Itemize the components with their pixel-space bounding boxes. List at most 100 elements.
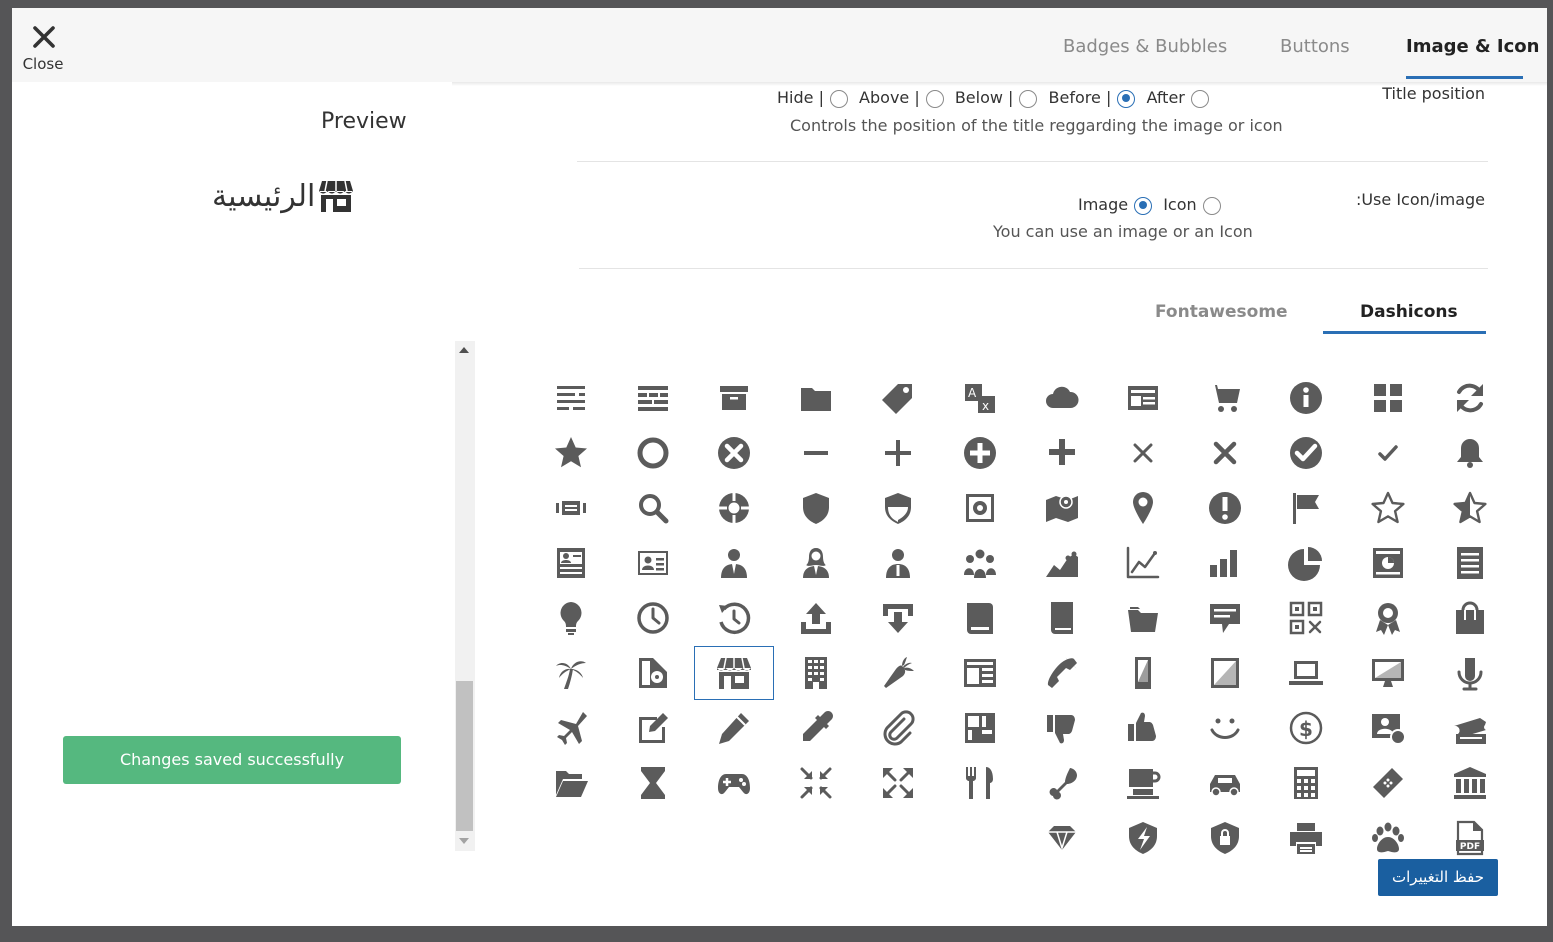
icon-option-list-view-icon[interactable] xyxy=(1430,536,1510,590)
icon-option-slides-icon[interactable] xyxy=(531,481,611,535)
icon-option-hourglass-icon[interactable] xyxy=(613,756,693,810)
icon-option-yes-icon[interactable] xyxy=(1348,426,1428,480)
icon-option-money-icon[interactable]: $ xyxy=(1266,701,1346,755)
icon-option-superhero-icon[interactable] xyxy=(1103,811,1183,865)
icon-option-printer-icon[interactable] xyxy=(1266,811,1346,865)
icon-option-id-alt-icon[interactable] xyxy=(531,536,611,590)
icon-option-smartphone-icon[interactable] xyxy=(1103,646,1183,700)
icon-option-star-empty-icon[interactable] xyxy=(1348,481,1428,535)
icon-option-pdf-icon[interactable]: PDF xyxy=(1430,811,1510,865)
icon-option-analytics-icon[interactable] xyxy=(1348,536,1428,590)
icon-option-star-half-icon[interactable] xyxy=(1430,481,1510,535)
icon-option-bandage-icon[interactable] xyxy=(1348,756,1428,810)
icon-option-carrot-icon[interactable] xyxy=(858,646,938,700)
tab-badges-bubbles[interactable]: Badges & Bubbles xyxy=(1063,36,1227,57)
icon-option-sos-icon[interactable] xyxy=(694,481,774,535)
icon-option-businessman-icon[interactable] xyxy=(694,536,774,590)
radio-after[interactable] xyxy=(1190,89,1209,108)
icon-option-info-icon[interactable] xyxy=(1266,371,1346,425)
icon-option-tablet-icon[interactable] xyxy=(1185,646,1265,700)
icon-option-products-icon[interactable] xyxy=(1430,591,1510,645)
icon-option-folder-open-icon[interactable] xyxy=(531,756,611,810)
tab-fontawesome[interactable]: Fontawesome xyxy=(1155,302,1288,322)
icon-option-diamond-icon[interactable] xyxy=(1022,811,1102,865)
icon-option-businessperson-icon[interactable] xyxy=(858,536,938,590)
icon-option-privacy-icon[interactable] xyxy=(1185,811,1265,865)
icon-option-bank-icon[interactable] xyxy=(1430,756,1510,810)
icon-option-testimonial-icon[interactable] xyxy=(1185,591,1265,645)
icon-option-smiley-icon[interactable] xyxy=(1185,701,1265,755)
icon-option-eyedropper-icon[interactable] xyxy=(776,701,856,755)
icon-option-drumstick-icon[interactable] xyxy=(1022,756,1102,810)
icon-option-tickets-icon[interactable] xyxy=(1430,701,1510,755)
icon-option-chart-bar-icon[interactable] xyxy=(1185,536,1265,590)
icon-option-airplane-icon[interactable] xyxy=(531,701,611,755)
tab-dashicons[interactable]: Dashicons xyxy=(1360,302,1458,322)
icon-option-columns-icon[interactable] xyxy=(613,371,693,425)
radio-hide[interactable] xyxy=(829,89,848,108)
icon-option-book-alt-icon[interactable] xyxy=(1022,591,1102,645)
icon-option-flag-icon[interactable] xyxy=(1266,481,1346,535)
icon-option-edit-page-icon[interactable] xyxy=(613,701,693,755)
icon-option-search-icon[interactable] xyxy=(613,481,693,535)
icon-option-plus-bold-icon[interactable] xyxy=(1022,426,1102,480)
icon-option-backup-icon[interactable] xyxy=(694,591,774,645)
icon-option-pencil-icon[interactable] xyxy=(694,701,774,755)
save-changes-button[interactable]: حفظ التغييرات xyxy=(1378,859,1498,896)
icon-option-cloud-icon[interactable] xyxy=(1022,371,1102,425)
icon-option-desktop-icon[interactable] xyxy=(1348,646,1428,700)
radio-before[interactable] xyxy=(1117,89,1136,108)
icon-option-awards-icon[interactable] xyxy=(1348,591,1428,645)
icon-option-laptop-icon[interactable] xyxy=(1266,646,1346,700)
icon-option-thumbs-up-icon[interactable] xyxy=(1103,701,1183,755)
icon-option-phone-icon[interactable] xyxy=(1022,646,1102,700)
radio-icon[interactable] xyxy=(1202,196,1221,215)
icon-option-download-icon[interactable] xyxy=(858,591,938,645)
icon-option-cart-icon[interactable] xyxy=(1185,371,1265,425)
icon-option-tag-icon[interactable] xyxy=(858,371,938,425)
icon-option-businesswoman-icon[interactable] xyxy=(776,536,856,590)
icon-option-admin-users-icon[interactable] xyxy=(1348,701,1428,755)
radio-below[interactable] xyxy=(1019,89,1038,108)
icon-option-plus-circle-icon[interactable] xyxy=(940,426,1020,480)
icon-option-chart-pie-icon[interactable] xyxy=(1266,536,1346,590)
icon-option-archive-icon[interactable] xyxy=(694,371,774,425)
icon-option-dismiss-icon[interactable] xyxy=(694,426,774,480)
icon-option-minus-icon[interactable] xyxy=(776,426,856,480)
icon-option-qr-icon[interactable] xyxy=(1266,591,1346,645)
icon-option-businessman-card-icon[interactable] xyxy=(613,536,693,590)
icon-option-vault-icon[interactable] xyxy=(940,481,1020,535)
icon-option-update-icon[interactable] xyxy=(1430,371,1510,425)
icon-option-warning-icon[interactable] xyxy=(1185,481,1265,535)
icon-option-thumbs-down-icon[interactable] xyxy=(1022,701,1102,755)
icon-option-location-map-icon[interactable] xyxy=(1022,481,1102,535)
icon-option-id-card-icon[interactable] xyxy=(1103,371,1183,425)
icon-option-building-icon[interactable] xyxy=(776,646,856,700)
icon-option-shrink-icon[interactable] xyxy=(776,756,856,810)
icon-option-layout-icon[interactable] xyxy=(940,701,1020,755)
tab-image-icon[interactable]: Image & Icon xyxy=(1406,36,1539,57)
icon-option-clock-icon[interactable] xyxy=(613,591,693,645)
icon-option-coffee-icon[interactable] xyxy=(1103,756,1183,810)
icon-option-shield-alt-icon[interactable] xyxy=(858,481,938,535)
icon-option-expand-icon[interactable] xyxy=(858,756,938,810)
icon-option-media-icon[interactable] xyxy=(613,646,693,700)
icon-option-store-icon[interactable] xyxy=(694,646,774,700)
icon-option-location-icon[interactable] xyxy=(1103,481,1183,535)
close-button[interactable]: Close xyxy=(12,8,74,82)
icon-option-chart-area-icon[interactable] xyxy=(1022,536,1102,590)
icon-option-grid-view-icon[interactable] xyxy=(1348,371,1428,425)
icon-option-pets-icon[interactable] xyxy=(1348,811,1428,865)
icon-option-text-align-icon[interactable] xyxy=(531,371,611,425)
icon-option-chart-line-icon[interactable] xyxy=(1103,536,1183,590)
icon-option-portfolio-icon[interactable] xyxy=(1103,591,1183,645)
icon-option-no-alt-icon[interactable] xyxy=(1103,426,1183,480)
icon-option-index-card-icon[interactable] xyxy=(940,646,1020,700)
icon-option-palmtree-icon[interactable] xyxy=(531,646,611,700)
icon-option-star-filled-icon[interactable] xyxy=(531,426,611,480)
icon-option-translation-icon[interactable]: Ax xyxy=(940,371,1020,425)
icon-option-bell-icon[interactable] xyxy=(1430,426,1510,480)
icon-option-upload-icon[interactable] xyxy=(776,591,856,645)
icon-option-calculator-icon[interactable] xyxy=(1266,756,1346,810)
icon-option-microphone-icon[interactable] xyxy=(1430,646,1510,700)
